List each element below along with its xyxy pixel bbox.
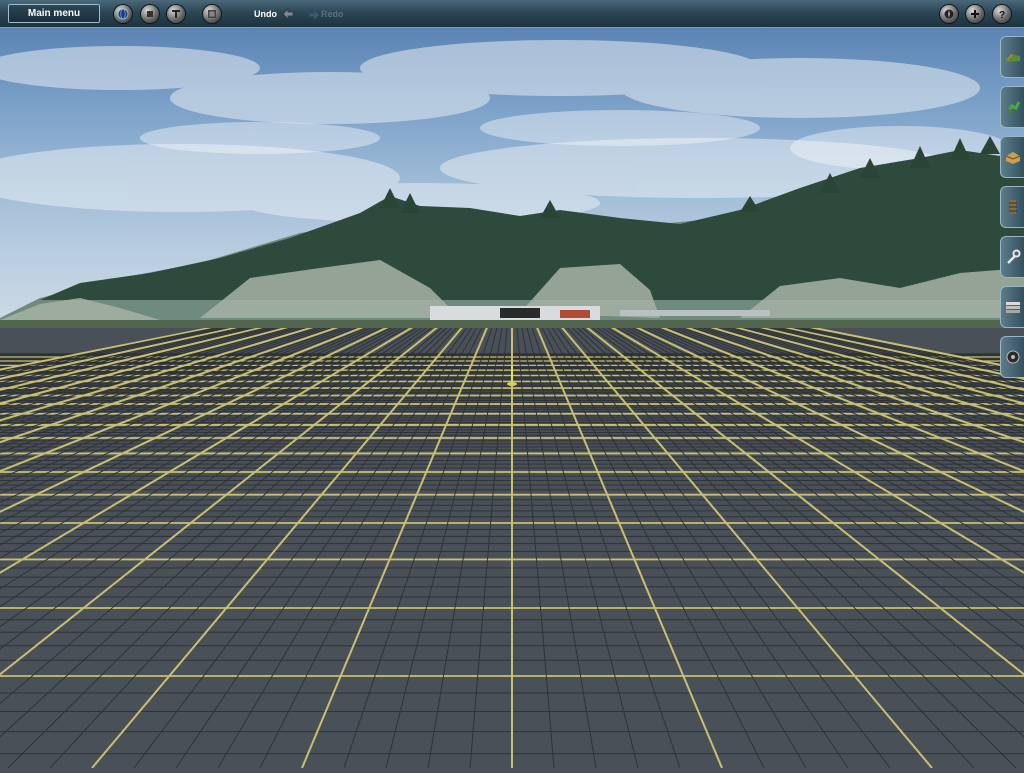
settings-tool-tab[interactable] [1000, 336, 1024, 378]
objects-tool-tab[interactable] [1000, 136, 1024, 178]
globe-icon[interactable] [114, 5, 132, 23]
track-tool-tab[interactable] [1000, 186, 1024, 228]
svg-text:?: ? [999, 10, 1005, 20]
redo-arrow-icon[interactable] [308, 8, 320, 26]
layers-tool-tab[interactable] [1000, 286, 1024, 328]
redo-label[interactable]: Redo [321, 0, 344, 28]
sky-backdrop [0, 28, 1024, 328]
undo-arrow-icon[interactable] [281, 7, 295, 26]
text-icon[interactable] [167, 5, 185, 23]
help-icon[interactable]: ? [993, 5, 1011, 23]
trackside-tool-tab[interactable] [1000, 86, 1024, 128]
top-toolbar: Main menu Undo Redo ? [0, 0, 1024, 28]
add-icon[interactable] [966, 5, 984, 23]
main-menu-button[interactable]: Main menu [8, 4, 100, 23]
terrain-grid[interactable] [0, 267, 1024, 769]
stop-icon[interactable] [141, 5, 159, 23]
undo-label[interactable]: Undo [254, 0, 277, 28]
wrench-tool-tab[interactable] [1000, 236, 1024, 278]
terrain-tool-tab[interactable] [1000, 36, 1024, 78]
layers-icon[interactable] [203, 5, 221, 23]
grid-canvas[interactable] [0, 267, 1024, 769]
compass-icon[interactable] [940, 5, 958, 23]
